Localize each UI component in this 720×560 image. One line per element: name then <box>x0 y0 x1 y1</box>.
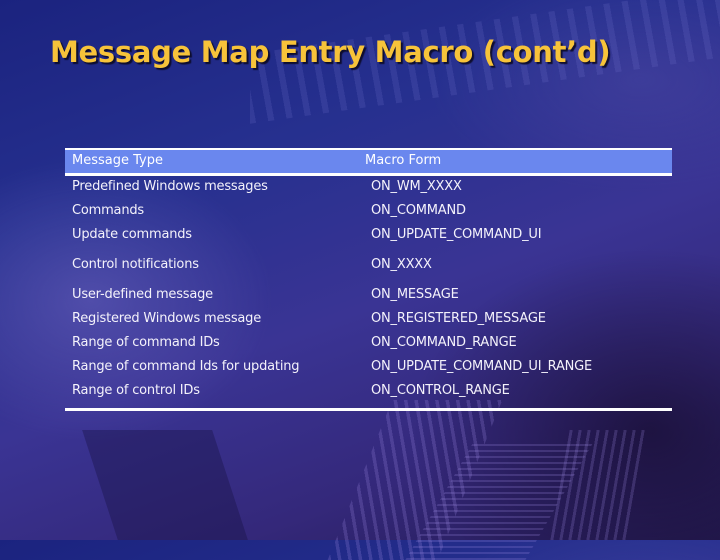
table-row: Range of control IDs ON_CONTROL_RANGE <box>65 380 672 404</box>
cell-message-type: Commands <box>72 203 144 218</box>
table-row: Commands ON_COMMAND <box>65 200 672 224</box>
table-row: Update commands ON_UPDATE_COMMAND_UI <box>65 224 672 248</box>
cell-message-type: Update commands <box>72 227 192 242</box>
background-building <box>327 400 503 560</box>
header-macro-form: Macro Form <box>365 153 442 168</box>
cell-macro-form: ON_CONTROL_RANGE <box>371 383 510 398</box>
table-row: User-defined message ON_MESSAGE <box>65 278 672 308</box>
table-row: Range of command IDs ON_COMMAND_RANGE <box>65 332 672 356</box>
header-message-type: Message Type <box>72 153 163 168</box>
cell-message-type: User-defined message <box>72 287 213 302</box>
table-header: Message Type Macro Form <box>65 148 672 176</box>
background-building <box>405 440 595 560</box>
table-row: Range of command Ids for updating ON_UPD… <box>65 356 672 380</box>
cell-message-type: Range of control IDs <box>72 383 200 398</box>
cell-message-type: Registered Windows message <box>72 311 262 326</box>
message-map-table: Message Type Macro Form Predefined Windo… <box>65 148 672 411</box>
cell-macro-form: ON_COMMAND <box>371 203 466 218</box>
cell-message-type: Range of command IDs <box>72 335 220 350</box>
table-row: Predefined Windows messages ON_WM_XXXX <box>65 176 672 200</box>
cell-macro-form: ON_WM_XXXX <box>371 179 462 194</box>
table-row: Registered Windows message ON_REGISTERED… <box>65 308 672 332</box>
cell-message-type: Control notifications <box>72 257 199 272</box>
background-building <box>550 430 650 540</box>
cell-macro-form: ON_MESSAGE <box>371 287 459 302</box>
table-row: Control notifications ON_XXXX <box>65 248 672 278</box>
cell-message-type: Range of command Ids for updating <box>72 359 300 374</box>
cell-macro-form: ON_UPDATE_COMMAND_UI_RANGE <box>371 359 593 374</box>
cell-message-type: Predefined Windows messages <box>72 179 268 194</box>
background-building <box>82 430 248 540</box>
cell-macro-form: ON_XXXX <box>371 257 432 272</box>
cell-macro-form: ON_REGISTERED_MESSAGE <box>371 311 546 326</box>
cell-macro-form: ON_COMMAND_RANGE <box>371 335 517 350</box>
cell-macro-form: ON_UPDATE_COMMAND_UI <box>371 227 542 242</box>
slide-title: Message Map Entry Macro (cont’d) <box>50 35 611 69</box>
table-bottom-rule <box>65 408 672 411</box>
